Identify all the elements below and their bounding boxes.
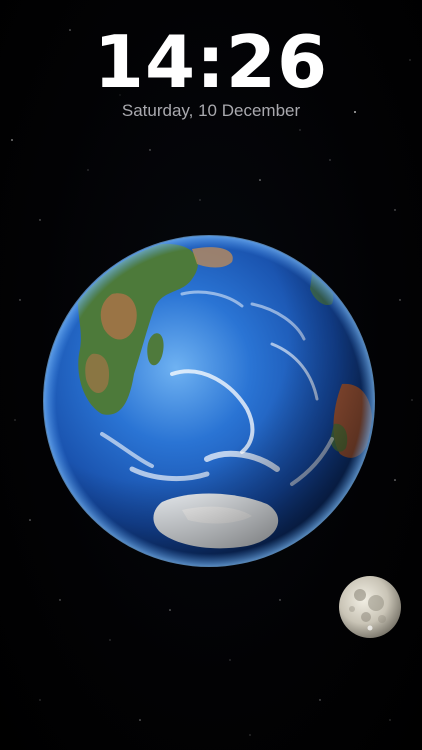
lock-screen-date: Saturday, 10 December — [121, 101, 301, 120]
moon — [339, 576, 401, 638]
lock-screen-clock: 14:26 — [93, 20, 329, 104]
lock-screen: 14:26 Saturday, 10 December — [0, 0, 422, 750]
earth-globe — [43, 235, 375, 567]
